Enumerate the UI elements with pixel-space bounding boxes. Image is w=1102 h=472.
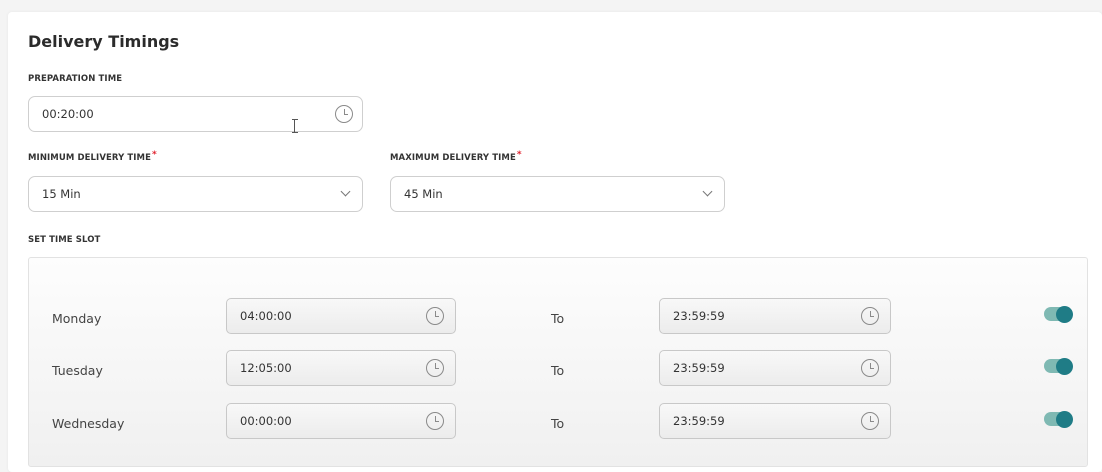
chevron-down-icon (340, 186, 351, 197)
day-label: Monday (52, 311, 102, 326)
to-time-value: 23:59:59 (673, 414, 725, 428)
to-time-input[interactable]: 23:59:59 (659, 350, 891, 386)
required-marker: * (516, 150, 522, 160)
time-slot-row-monday: Monday 04:00:00 To 23:59:59 (29, 298, 1089, 338)
maximum-delivery-time-value: 45 Min (404, 187, 443, 201)
from-time-value: 04:00:00 (240, 309, 292, 323)
clock-icon[interactable] (426, 412, 444, 430)
day-enabled-toggle[interactable] (1044, 357, 1073, 375)
clock-icon[interactable] (426, 359, 444, 377)
from-time-value: 12:05:00 (240, 361, 292, 375)
section-title: Delivery Timings (28, 32, 180, 51)
clock-icon[interactable] (335, 105, 353, 123)
to-label: To (551, 311, 565, 326)
preparation-time-input[interactable]: 00:20:00 (28, 96, 363, 132)
to-time-input[interactable]: 23:59:59 (659, 298, 891, 334)
from-time-input[interactable]: 04:00:00 (226, 298, 456, 334)
to-time-value: 23:59:59 (673, 361, 725, 375)
from-time-input[interactable]: 00:00:00 (226, 403, 456, 439)
text-cursor-icon (290, 118, 300, 134)
clock-icon[interactable] (861, 412, 879, 430)
preparation-time-value: 00:20:00 (42, 107, 94, 121)
minimum-delivery-time-select[interactable]: 15 Min (28, 176, 363, 212)
clock-icon[interactable] (861, 307, 879, 325)
time-slot-row-tuesday: Tuesday 12:05:00 To 23:59:59 (29, 350, 1089, 390)
to-label: To (551, 416, 565, 431)
minimum-delivery-time-label-text: MINIMUM DELIVERY TIME (28, 153, 152, 163)
maximum-delivery-time-select[interactable]: 45 Min (390, 176, 725, 212)
minimum-delivery-time-label: MINIMUM DELIVERY TIME* (28, 150, 157, 163)
toggle-knob (1056, 305, 1073, 323)
set-time-slot-label: SET TIME SLOT (28, 235, 101, 245)
day-label: Tuesday (52, 363, 103, 378)
to-time-input[interactable]: 23:59:59 (659, 403, 891, 439)
from-time-input[interactable]: 12:05:00 (226, 350, 456, 386)
maximum-delivery-time-label: MAXIMUM DELIVERY TIME* (390, 150, 522, 163)
from-time-value: 00:00:00 (240, 414, 292, 428)
chevron-down-icon (702, 186, 713, 197)
toggle-knob (1056, 410, 1073, 428)
to-label: To (551, 363, 565, 378)
time-slot-row-wednesday: Wednesday 00:00:00 To 23:59:59 (29, 403, 1089, 443)
day-enabled-toggle[interactable] (1044, 305, 1073, 323)
minimum-delivery-time-value: 15 Min (42, 187, 81, 201)
required-marker: * (152, 150, 157, 160)
to-time-value: 23:59:59 (673, 309, 725, 323)
preparation-time-label: PREPARATION TIME (28, 74, 123, 84)
clock-icon[interactable] (861, 359, 879, 377)
day-label: Wednesday (52, 416, 125, 431)
day-enabled-toggle[interactable] (1044, 410, 1073, 428)
toggle-knob (1056, 357, 1073, 375)
time-slot-panel: Monday 04:00:00 To 23:59:59 Tuesday 12:0… (28, 257, 1088, 467)
clock-icon[interactable] (426, 307, 444, 325)
maximum-delivery-time-label-text: MAXIMUM DELIVERY TIME (390, 153, 516, 163)
